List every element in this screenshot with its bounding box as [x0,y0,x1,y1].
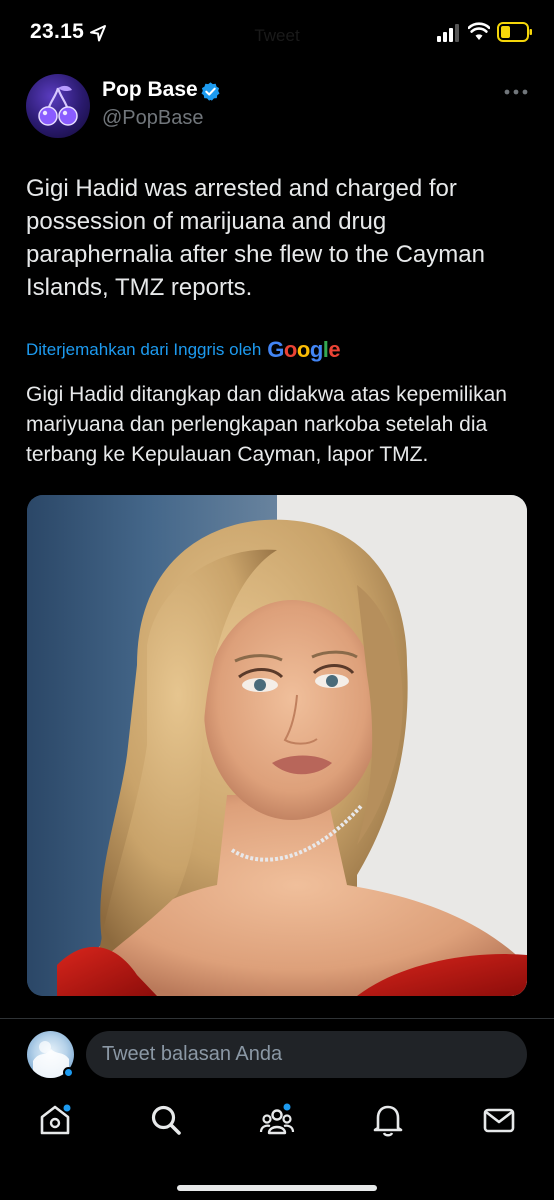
tab-messages[interactable] [481,1102,517,1138]
reply-input[interactable]: Tweet balasan Anda [86,1031,527,1078]
tab-home[interactable] [37,1102,73,1138]
messages-icon [483,1108,515,1133]
author-name[interactable]: Pop Base [102,78,198,102]
cellular-signal-icon [437,24,459,42]
home-icon [40,1104,71,1135]
translation-attribution[interactable]: Diterjemahkan dari Inggris oleh Google [26,336,341,364]
battery-icon [497,22,532,42]
status-bar: 23.15 Tweet [0,0,554,66]
tweet-photo[interactable] [27,495,527,996]
reply-divider [0,1018,554,1019]
translated-text: Gigi Hadid ditangkap dan didakwa atas ke… [26,383,507,466]
bottom-tab-bar [0,1090,554,1154]
tab-communities[interactable] [259,1102,295,1138]
verified-badge-icon [201,82,220,101]
tab-search[interactable] [148,1102,184,1138]
tab-notifications[interactable] [370,1102,406,1138]
search-icon [151,1105,181,1135]
more-options-icon[interactable] [503,88,529,96]
home-indicator [177,1185,377,1191]
wifi-icon [468,22,490,40]
author-avatar[interactable] [26,74,90,138]
user-status-dot [63,1067,74,1078]
notifications-icon [373,1105,403,1137]
author-handle[interactable]: @PopBase [102,107,203,130]
translation-label: Diterjemahkan dari Inggris oleh [26,340,262,359]
portrait-image [27,495,527,996]
cherry-logo-icon [38,85,78,126]
communities-icon [259,1103,295,1135]
tweet-text: Gigi Hadid was arrested and charged for … [26,175,485,301]
google-logo: Google [267,337,341,362]
